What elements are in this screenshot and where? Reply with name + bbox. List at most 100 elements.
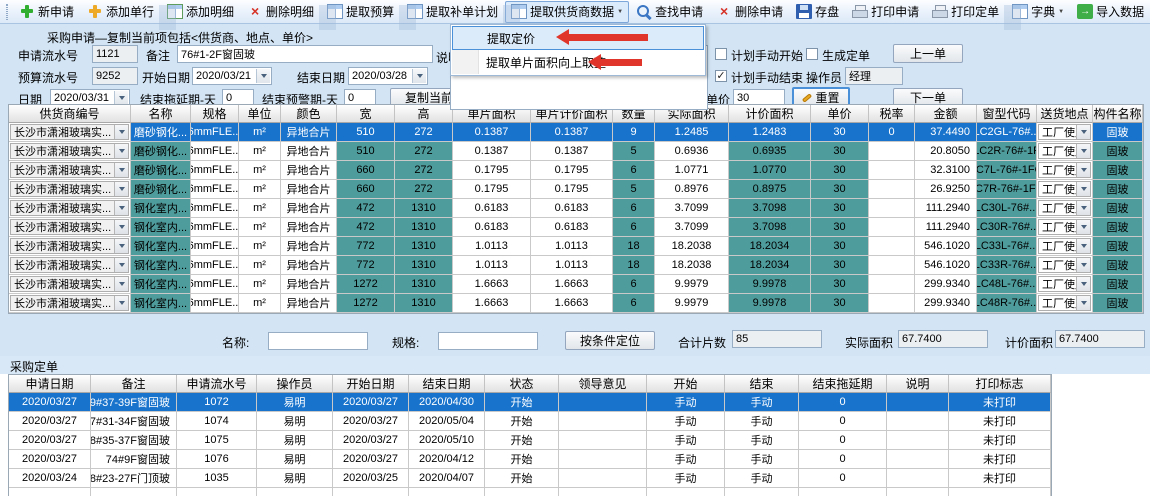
toolbar-button-extract-budget[interactable]: 提取预算 bbox=[321, 1, 400, 23]
cell-9[interactable]: 手动 bbox=[725, 412, 799, 431]
cell-4[interactable]: 异地合片 bbox=[281, 294, 337, 313]
column-header[interactable]: 单价 bbox=[811, 105, 869, 123]
cell-7[interactable]: 0.1795 bbox=[453, 161, 531, 180]
column-header[interactable]: 计价面积 bbox=[729, 105, 811, 123]
cell-6[interactable]: 1310 bbox=[395, 237, 453, 256]
cell-4[interactable]: 异地合片 bbox=[281, 275, 337, 294]
cell-13[interactable] bbox=[869, 275, 915, 294]
menu-item-extract-area-round-up[interactable]: 提取单片面积向上取整 bbox=[452, 50, 704, 74]
cell-7[interactable]: 0.1387 bbox=[453, 123, 531, 142]
cell-5[interactable]: 772 bbox=[337, 256, 395, 275]
cell-4[interactable]: 异地合片 bbox=[281, 199, 337, 218]
toolbar-button-print-request[interactable]: 打印申请 bbox=[846, 1, 925, 23]
column-header[interactable]: 结束拖延期 bbox=[799, 375, 887, 393]
cell-13[interactable] bbox=[869, 161, 915, 180]
cell-3[interactable]: 易明 bbox=[257, 469, 333, 488]
cell-combobox[interactable]: 长沙市潇湘玻璃实... bbox=[10, 295, 129, 311]
cell-11[interactable]: 1.0770 bbox=[729, 161, 811, 180]
plan-manual-start-checkbox[interactable] bbox=[715, 48, 727, 60]
chevron-down-icon[interactable] bbox=[256, 69, 270, 83]
dropdown-arrow-icon[interactable] bbox=[114, 277, 128, 291]
cell-6[interactable]: 272 bbox=[395, 180, 453, 199]
cell-2[interactable]: 6mmFLE... bbox=[191, 294, 239, 313]
cell-14[interactable]: 111.2940 bbox=[915, 218, 977, 237]
cell-9[interactable]: 9 bbox=[613, 123, 655, 142]
cell-17[interactable]: 固玻 bbox=[1093, 275, 1143, 294]
column-header[interactable]: 说明 bbox=[887, 375, 949, 393]
cell-11[interactable]: 0.8975 bbox=[729, 180, 811, 199]
cell-0[interactable]: 2020/03/24 bbox=[9, 469, 91, 488]
cell-7[interactable]: 1.6663 bbox=[453, 275, 531, 294]
budget-no-field[interactable] bbox=[92, 67, 138, 85]
cell-4[interactable]: 异地合片 bbox=[281, 161, 337, 180]
cell-15[interactable]: LC33L-76#... bbox=[977, 237, 1037, 256]
cell-3[interactable]: m² bbox=[239, 142, 281, 161]
cell-17[interactable]: 固玻 bbox=[1093, 218, 1143, 237]
table-row[interactable]: 长沙市潇湘玻璃实...磨砂钢化...6mmFLE...m²异地合片5102720… bbox=[9, 142, 1143, 161]
cell-12[interactable]: 未打印 bbox=[949, 450, 1051, 469]
dropdown-arrow-icon[interactable] bbox=[1076, 296, 1090, 310]
cell-3[interactable]: 易明 bbox=[257, 431, 333, 450]
cell-7[interactable]: 1.0113 bbox=[453, 256, 531, 275]
cell-3[interactable]: m² bbox=[239, 237, 281, 256]
cell-8[interactable]: 1.6663 bbox=[531, 294, 613, 313]
cell-11[interactable]: 9.9978 bbox=[729, 294, 811, 313]
cell-17[interactable]: 固玻 bbox=[1093, 161, 1143, 180]
column-header[interactable]: 税率 bbox=[869, 105, 915, 123]
cell-9[interactable]: 6 bbox=[613, 199, 655, 218]
cell-9[interactable]: 5 bbox=[613, 142, 655, 161]
column-header[interactable]: 宽 bbox=[337, 105, 395, 123]
cell-7[interactable] bbox=[559, 431, 647, 450]
cell-1[interactable]: 钢化室内... bbox=[131, 294, 191, 313]
cell-combobox[interactable]: 工厂使用 bbox=[1038, 257, 1091, 273]
cell-10[interactable]: 18.2038 bbox=[655, 237, 729, 256]
cell-12[interactable]: 30 bbox=[811, 180, 869, 199]
cell-6[interactable]: 272 bbox=[395, 123, 453, 142]
cell-1[interactable]: 磨砂钢化... bbox=[131, 142, 191, 161]
cell-1[interactable]: 88#23-27F门顶玻 bbox=[91, 469, 177, 488]
cell-3[interactable]: m² bbox=[239, 180, 281, 199]
cell-7[interactable]: 0.1795 bbox=[453, 180, 531, 199]
column-header[interactable]: 窗型代码 bbox=[977, 105, 1037, 123]
chevron-down-icon[interactable] bbox=[114, 91, 128, 105]
cell-2[interactable]: 6mmFLE... bbox=[191, 199, 239, 218]
cell-6[interactable]: 开始 bbox=[485, 431, 559, 450]
cell-9[interactable]: 手动 bbox=[725, 469, 799, 488]
cell-12[interactable]: 30 bbox=[811, 199, 869, 218]
cell-6[interactable]: 开始 bbox=[485, 450, 559, 469]
cell-combobox[interactable]: 长沙市潇湘玻璃实... bbox=[10, 257, 129, 273]
toolbar-button-import-data[interactable]: 导入数据 bbox=[1071, 1, 1150, 23]
cell-6[interactable]: 1310 bbox=[395, 294, 453, 313]
cell-0[interactable]: 2020/03/27 bbox=[9, 393, 91, 412]
cell-16[interactable]: 工厂使用 bbox=[1037, 123, 1093, 142]
cell-0[interactable]: 长沙市潇湘玻璃实... bbox=[9, 218, 131, 237]
cell-13[interactable]: 0 bbox=[869, 123, 915, 142]
toolbar-button-delete-detail[interactable]: 删除明细 bbox=[241, 1, 320, 23]
cell-9[interactable]: 18 bbox=[613, 256, 655, 275]
toolbar-button-find-request[interactable]: 查找申请 bbox=[630, 1, 709, 23]
cell-10[interactable]: 9.9979 bbox=[655, 294, 729, 313]
cell-combobox[interactable]: 长沙市潇湘玻璃实... bbox=[10, 238, 129, 254]
cell-0[interactable]: 长沙市潇湘玻璃实... bbox=[9, 123, 131, 142]
cell-4[interactable]: 异地合片 bbox=[281, 142, 337, 161]
cell-6[interactable]: 开始 bbox=[485, 412, 559, 431]
cell-16[interactable]: 工厂使用 bbox=[1037, 180, 1093, 199]
cell-10[interactable]: 0.8976 bbox=[655, 180, 729, 199]
cell-5[interactable]: 472 bbox=[337, 218, 395, 237]
cell-8[interactable]: 1.6663 bbox=[531, 275, 613, 294]
cell-6[interactable]: 开始 bbox=[485, 393, 559, 412]
cell-6[interactable]: 272 bbox=[395, 161, 453, 180]
cell-11[interactable] bbox=[887, 412, 949, 431]
cell-1[interactable]: 磨砂钢化... bbox=[131, 123, 191, 142]
cell-2[interactable]: 6mmFLE... bbox=[191, 123, 239, 142]
cell-16[interactable]: 工厂使用 bbox=[1037, 142, 1093, 161]
column-header[interactable]: 申请日期 bbox=[9, 375, 91, 393]
chevron-down-icon[interactable] bbox=[412, 69, 426, 83]
cell-10[interactable]: 3.7099 bbox=[655, 199, 729, 218]
cell-15[interactable]: LC48L-76#... bbox=[977, 275, 1037, 294]
cell-13[interactable] bbox=[869, 256, 915, 275]
toolbar-button-dictionary[interactable]: 字典▼ bbox=[1006, 1, 1070, 23]
table-row[interactable]: 长沙市潇湘玻璃实...磨砂钢化...6mmFLE...m²异地合片6602720… bbox=[9, 161, 1143, 180]
column-header[interactable]: 开始日期 bbox=[333, 375, 409, 393]
cell-2[interactable]: 1076 bbox=[177, 450, 257, 469]
